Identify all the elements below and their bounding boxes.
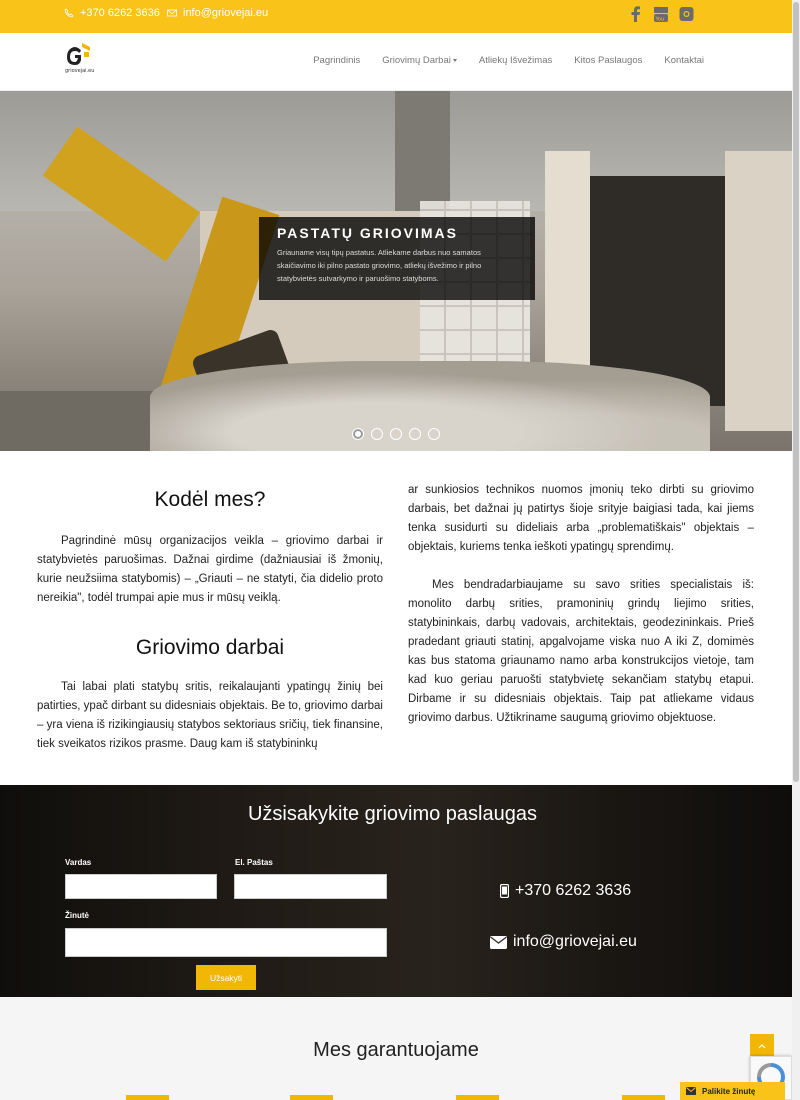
hero-text: Griauname visų tipų pastatus. Atliekame … bbox=[277, 248, 482, 283]
order-title: Užsisakykite griovimo paslaugas bbox=[247, 803, 537, 825]
phone-icon bbox=[64, 8, 74, 18]
order-section: Užsisakykite griovimo paslaugas Vardas E… bbox=[0, 785, 792, 997]
slider-dot[interactable] bbox=[409, 428, 421, 440]
paragraph-continued: ar sunkiosios technikos nuomos įmonių te… bbox=[408, 484, 754, 553]
topbar-phone-text: +370 6262 3636 bbox=[80, 7, 160, 19]
slider-dots bbox=[352, 428, 440, 440]
name-input[interactable] bbox=[65, 874, 217, 899]
facebook-icon[interactable] bbox=[629, 6, 642, 22]
content-left: Kodėl mes? Pagrindinė mūsų organizacijos… bbox=[37, 488, 383, 754]
hero-title: PASTATŲ GRIOVIMAS bbox=[277, 225, 458, 241]
topbar-phone[interactable]: +370 6262 3636 bbox=[64, 7, 160, 19]
feature-icon-top bbox=[126, 1095, 169, 1100]
main-nav: Pagrindinis Griovimų Darbai Atliekų Išve… bbox=[313, 55, 704, 66]
scroll-to-top-button[interactable] bbox=[750, 1034, 774, 1058]
slider-dot[interactable] bbox=[371, 428, 383, 440]
guarantee-section: Mes garantuojame bbox=[0, 997, 792, 1100]
guarantee-title: Mes garantuojame bbox=[313, 1039, 479, 1061]
nav-item-kontaktai[interactable]: Kontaktai bbox=[664, 55, 704, 66]
envelope-icon bbox=[686, 1087, 696, 1095]
email-label: El. Paštas bbox=[235, 858, 273, 867]
page-scrollbar[interactable] bbox=[792, 0, 800, 1100]
heading-kodel-mes: Kodėl mes? bbox=[154, 488, 266, 511]
mobile-phone-icon bbox=[500, 884, 509, 898]
email-input[interactable] bbox=[234, 874, 387, 899]
leave-message-label: Palikite žinutę bbox=[702, 1086, 756, 1096]
order-email[interactable]: info@griovejai.eu bbox=[490, 933, 637, 951]
envelope-icon bbox=[167, 9, 177, 17]
top-bar: +370 6262 3636 info@griovejai.eu You bbox=[0, 0, 792, 33]
youtube-icon[interactable]: You bbox=[654, 6, 668, 23]
order-phone-text: +370 6262 3636 bbox=[515, 882, 632, 899]
slider-dot[interactable] bbox=[428, 428, 440, 440]
scrollbar-thumb[interactable] bbox=[793, 2, 799, 782]
chevron-up-icon bbox=[758, 1044, 766, 1049]
social-links: You bbox=[629, 6, 694, 23]
heading-griovimo-darbai: Griovimo darbai bbox=[135, 636, 285, 659]
order-email-text: info@griovejai.eu bbox=[513, 933, 637, 950]
leave-message-button[interactable]: Palikite žinutę bbox=[680, 1082, 785, 1100]
instagram-icon[interactable] bbox=[679, 6, 694, 22]
caret-down-icon bbox=[452, 58, 457, 62]
message-label: Žinutė bbox=[65, 911, 89, 920]
name-label: Vardas bbox=[65, 858, 92, 867]
paragraph-griovimo: Tai labai plati statybų sritis, reikalau… bbox=[37, 681, 383, 750]
topbar-email-text: info@griovejai.eu bbox=[183, 7, 269, 19]
paragraph-intro: Pagrindinė mūsų organizacijos veikla – g… bbox=[37, 535, 383, 604]
svg-text:You: You bbox=[655, 17, 665, 23]
topbar-email[interactable]: info@griovejai.eu bbox=[167, 7, 268, 19]
slider-dot[interactable] bbox=[352, 428, 364, 440]
nav-item-griovimu-darbai[interactable]: Griovimų Darbai bbox=[382, 55, 457, 66]
logo-text: griovejai.eu bbox=[65, 68, 94, 74]
nav-item-kitos-paslaugos[interactable]: Kitos Paslaugos bbox=[574, 55, 642, 66]
slider-dot[interactable] bbox=[390, 428, 402, 440]
message-textarea[interactable] bbox=[65, 928, 387, 957]
site-header: griovejai.eu Pagrindinis Griovimų Darbai… bbox=[0, 33, 792, 91]
nav-item-atlieku-isvezimas[interactable]: Atliekų Išvežimas bbox=[479, 55, 552, 66]
order-submit-button[interactable]: Užsakyti bbox=[196, 965, 256, 990]
nav-item-label: Griovimų Darbai bbox=[382, 55, 451, 66]
nav-item-pagrindinis[interactable]: Pagrindinis bbox=[313, 55, 360, 66]
paragraph-partners: Mes bendradarbiaujame su savo srities sp… bbox=[408, 579, 754, 724]
feature-icon-top bbox=[290, 1095, 333, 1100]
feature-icon-top bbox=[456, 1095, 499, 1100]
site-logo[interactable]: griovejai.eu bbox=[64, 41, 96, 75]
feature-icon-top bbox=[622, 1095, 665, 1100]
order-phone[interactable]: +370 6262 3636 bbox=[500, 882, 631, 900]
hero-caption: PASTATŲ GRIOVIMAS Griauname visų tipų pa… bbox=[259, 217, 535, 300]
envelope-icon bbox=[490, 935, 507, 949]
content-right: ar sunkiosios technikos nuomos įmonių te… bbox=[408, 481, 754, 728]
